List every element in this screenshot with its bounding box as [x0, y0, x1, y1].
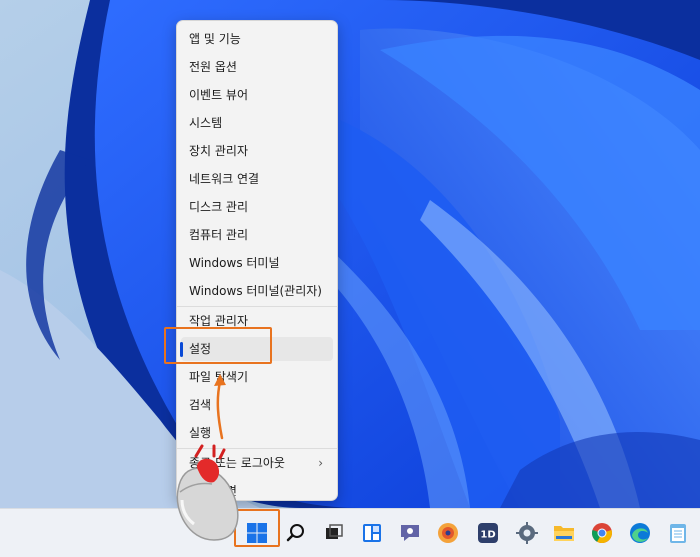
taskbar: 1D [0, 508, 700, 557]
highlight-box-settings [164, 327, 272, 364]
teams-chat-icon[interactable] [394, 517, 426, 549]
search-icon[interactable] [280, 517, 312, 549]
menu-item[interactable]: 앱 및 기능 [181, 27, 333, 51]
menu-item-label: 이벤트 뷰어 [189, 88, 249, 102]
menu-item-label: 시스템 [189, 116, 223, 130]
menu-item[interactable]: Windows 터미널 [181, 251, 333, 275]
menu-item-label: Windows 터미널 [189, 256, 280, 270]
widgets-icon[interactable] [356, 517, 388, 549]
desktop-wallpaper [0, 0, 700, 508]
edge-icon[interactable] [624, 517, 656, 549]
chevron-right-icon: › [318, 456, 323, 470]
menu-item[interactable]: Windows 터미널(관리자) [181, 279, 333, 303]
menu-item[interactable]: 장치 관리자 [181, 139, 333, 163]
app-1d-icon[interactable]: 1D [472, 517, 504, 549]
notepad-icon[interactable] [662, 517, 694, 549]
menu-item[interactable]: 컴퓨터 관리 [181, 223, 333, 247]
menu-item[interactable]: 시스템 [181, 111, 333, 135]
menu-item-label: 전원 옵션 [189, 60, 237, 74]
menu-item-label: 작업 관리자 [189, 314, 249, 328]
menu-item-label: 앱 및 기능 [189, 32, 241, 46]
file-explorer-icon[interactable] [548, 517, 580, 549]
menu-item-label: Windows 터미널(관리자) [189, 284, 322, 298]
menu-item[interactable]: 전원 옵션 [181, 55, 333, 79]
menu-item[interactable]: 디스크 관리 [181, 195, 333, 219]
settings-gear-icon[interactable] [511, 517, 543, 549]
arrow-annotation [214, 374, 226, 440]
menu-item-label: 장치 관리자 [189, 144, 249, 158]
menu-item[interactable]: 네트워크 연결 [181, 167, 333, 191]
bloom-wallpaper [0, 0, 700, 508]
menu-item-label: 디스크 관리 [189, 200, 249, 214]
chrome-icon[interactable] [586, 517, 618, 549]
menu-item-label: 네트워크 연결 [189, 172, 260, 186]
svg-text:1D: 1D [480, 530, 495, 541]
menu-item[interactable]: 이벤트 뷰어 [181, 83, 333, 107]
menu-item-label: 컴퓨터 관리 [189, 228, 249, 242]
menu-separator [177, 306, 337, 307]
task-view-icon[interactable] [318, 517, 350, 549]
media-player-icon[interactable] [432, 517, 464, 549]
mouse-icon [176, 444, 239, 541]
